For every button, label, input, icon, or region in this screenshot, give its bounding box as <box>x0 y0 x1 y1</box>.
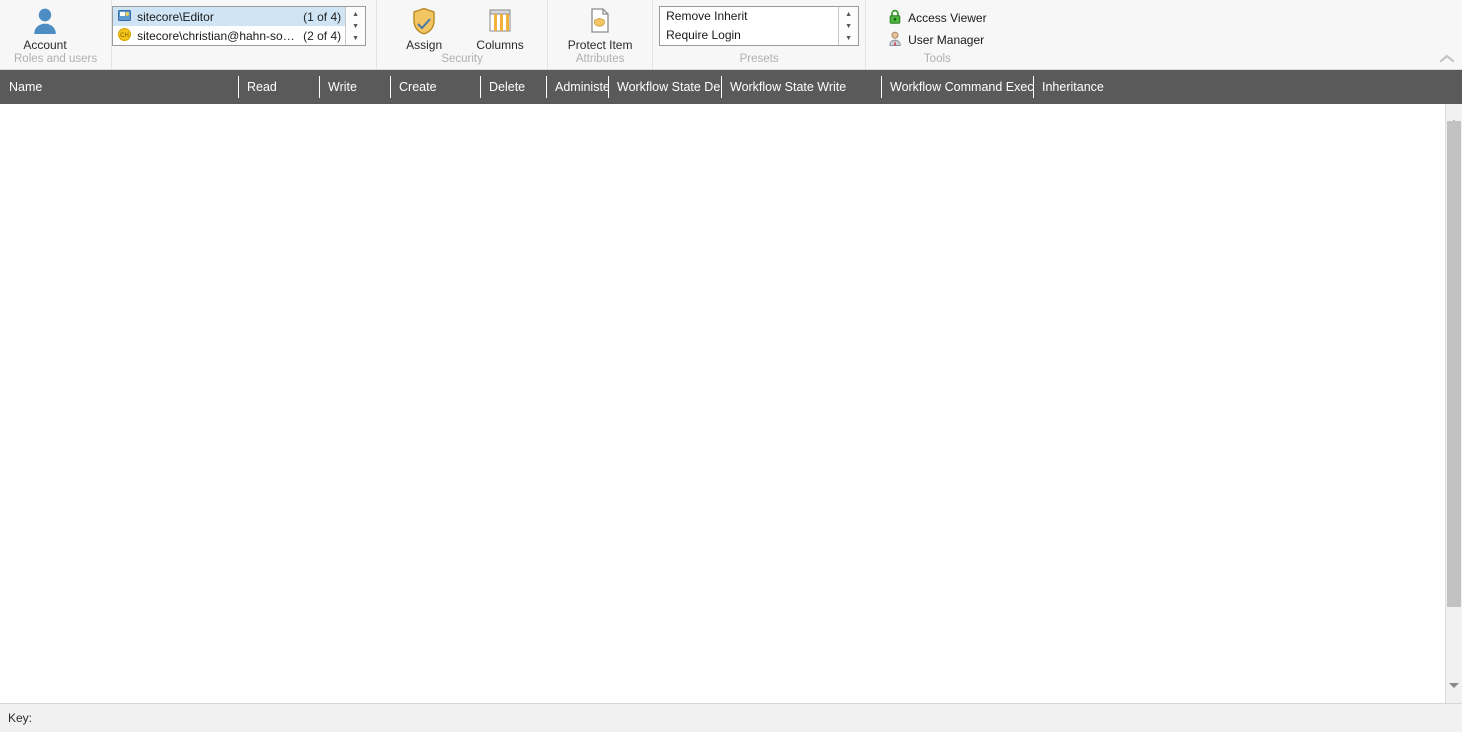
ribbon-group-security: Assign Columns Security <box>377 0 548 69</box>
user-manager-icon <box>888 31 902 49</box>
columns-button[interactable]: Columns <box>469 4 531 52</box>
roles-list-item-user-name: sitecore\christian@hahn-solo.... <box>137 29 297 43</box>
ribbon-group-roles-users: sitecore\Editor (1 of 4) CH sitecore\chr… <box>112 0 377 69</box>
roles-list-items: sitecore\Editor (1 of 4) CH sitecore\chr… <box>113 7 345 45</box>
svg-text:CH: CH <box>120 33 129 39</box>
presets-spinner[interactable]: ▲ ▼ ▼ <box>838 7 858 45</box>
column-header-inheritance[interactable]: Inheritance <box>1033 70 1243 104</box>
security-grid: NameReadWriteCreateDeleteAdministerWorkf… <box>0 70 1462 703</box>
access-viewer-label: Access Viewer <box>908 11 986 25</box>
roles-list-item-user-count: (2 of 4) <box>303 29 341 43</box>
column-header-name[interactable]: Name <box>0 70 238 104</box>
columns-icon <box>487 6 513 36</box>
scroll-down-button[interactable] <box>1446 686 1462 703</box>
presets-spinner-last-icon[interactable]: ▼ <box>845 35 852 42</box>
presets-items: Remove Inherit Require Login <box>660 7 838 45</box>
presets-spinner-up-icon[interactable]: ▲ <box>845 11 852 18</box>
user-avatar-icon: CH <box>118 28 131 44</box>
preset-item-require-login[interactable]: Require Login <box>660 26 838 45</box>
ribbon-group-attributes: Protect Item Attributes <box>548 0 653 69</box>
grid-column-headers: NameReadWriteCreateDeleteAdministerWorkf… <box>0 70 1462 104</box>
user-icon <box>32 6 58 36</box>
presets-spinner-down-icon[interactable]: ▼ <box>845 23 852 30</box>
access-viewer-button[interactable]: Access Viewer <box>888 8 986 27</box>
presets-listbox[interactable]: Remove Inherit Require Login ▲ ▼ ▼ <box>659 6 859 46</box>
ribbon-group-title-roles-users <box>112 52 366 69</box>
scrollbar-track[interactable] <box>1446 121 1462 686</box>
spinner-up-icon[interactable]: ▲ <box>352 11 359 18</box>
chevron-up-icon <box>1440 52 1454 66</box>
scrollbar-thumb[interactable] <box>1447 121 1461 607</box>
ribbon-collapse-button[interactable] <box>1438 52 1456 66</box>
roles-and-users-listbox[interactable]: sitecore\Editor (1 of 4) CH sitecore\chr… <box>112 6 366 46</box>
user-manager-button[interactable]: User Manager <box>888 30 984 49</box>
preset-item-remove-inherit[interactable]: Remove Inherit <box>660 7 838 26</box>
account-button-label: Account <box>23 38 66 52</box>
columns-button-label: Columns <box>476 38 523 52</box>
scroll-up-button[interactable] <box>1446 104 1462 121</box>
column-header-workflow-state-delete[interactable]: Workflow State Delete <box>608 70 721 104</box>
column-header-administer[interactable]: Administer <box>546 70 608 104</box>
roles-list-item-user[interactable]: CH sitecore\christian@hahn-solo.... (2 o… <box>113 26 345 45</box>
grid-rows-area <box>0 104 1445 703</box>
roles-list-spinner[interactable]: ▲ ▼ ▼ <box>345 7 365 45</box>
vertical-scrollbar[interactable] <box>1445 104 1462 703</box>
ribbon-group-title-security: Security <box>393 52 531 69</box>
column-header-workflow-command-execute[interactable]: Workflow Command Execute <box>881 70 1033 104</box>
account-button[interactable]: Account <box>14 4 76 52</box>
ribbon-group-tools: Access Viewer User Manager Tools <box>866 0 1026 69</box>
shield-icon <box>411 6 437 36</box>
protect-item-icon <box>588 6 612 36</box>
ribbon-group-account: Account Roles and users <box>0 0 112 69</box>
column-header-read[interactable]: Read <box>238 70 319 104</box>
protect-item-button-label: Protect Item <box>568 38 633 52</box>
role-icon <box>118 9 131 25</box>
ribbon-group-title-presets: Presets <box>659 52 859 69</box>
grid-body <box>0 104 1462 703</box>
roles-list-item-editor-count: (1 of 4) <box>303 10 341 24</box>
user-manager-label: User Manager <box>908 33 984 47</box>
ribbon-group-title-attributes: Attributes <box>562 52 638 69</box>
column-header-create[interactable]: Create <box>390 70 480 104</box>
protect-item-button[interactable]: Protect Item <box>562 4 638 52</box>
key-legend-label: Key: <box>8 711 32 725</box>
ribbon-group-title-tools: Tools <box>888 52 986 69</box>
assign-button[interactable]: Assign <box>393 4 455 52</box>
ribbon-toolbar: Account Roles and users <box>0 0 1462 70</box>
spinner-down-icon[interactable]: ▼ <box>352 23 359 30</box>
column-header-delete[interactable]: Delete <box>480 70 546 104</box>
column-header-workflow-state-write[interactable]: Workflow State Write <box>721 70 881 104</box>
lock-icon <box>888 9 902 27</box>
ribbon-group-title-roles: Roles and users <box>14 52 97 69</box>
key-legend-bar: Key: <box>0 703 1462 732</box>
column-header-write[interactable]: Write <box>319 70 390 104</box>
roles-list-item-editor[interactable]: sitecore\Editor (1 of 4) <box>113 7 345 26</box>
arrow-down-icon <box>1449 688 1459 702</box>
arrow-up-icon <box>1449 106 1459 120</box>
ribbon-group-presets: Remove Inherit Require Login ▲ ▼ ▼ Prese… <box>653 0 866 69</box>
assign-button-label: Assign <box>406 38 442 52</box>
spinner-last-icon[interactable]: ▼ <box>352 35 359 42</box>
roles-list-item-editor-name: sitecore\Editor <box>137 10 297 24</box>
